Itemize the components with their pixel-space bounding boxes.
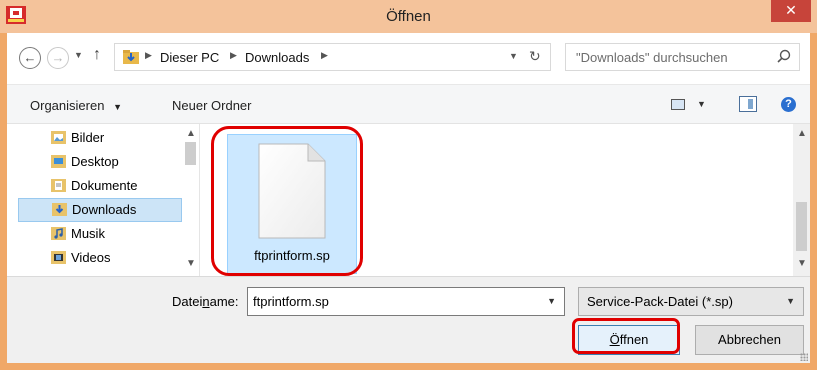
nav-item-desktop[interactable]: Desktop — [18, 150, 182, 174]
nav-item-label: Musik — [71, 226, 105, 241]
address-dropdown-chevron-icon[interactable]: ▼ — [509, 51, 518, 61]
pictures-folder-icon — [51, 131, 66, 144]
back-button[interactable]: ← — [19, 47, 41, 69]
search-icon[interactable] — [777, 49, 791, 63]
resize-grip-icon[interactable] — [800, 353, 808, 361]
nav-item-label: Dokumente — [71, 178, 138, 193]
nav-pane-scrollbar[interactable]: ▲ ▼ — [182, 124, 199, 276]
help-icon[interactable]: ? — [781, 97, 796, 112]
command-toolbar: Organisieren ▼ Neuer Ordner ▼ ? — [7, 84, 810, 124]
forward-button[interactable]: → — [47, 47, 69, 69]
downloads-folder-icon — [123, 50, 139, 64]
downloads-folder-icon — [52, 203, 67, 216]
breadcrumb-separator-icon: ▶ — [321, 50, 328, 60]
navigation-pane: Bilder Desktop Dokumente Downloads Musik… — [7, 124, 199, 276]
nav-item-label: Desktop — [71, 154, 119, 169]
title-bar[interactable]: Öffnen ✕ — [0, 0, 817, 33]
breadcrumb-item-downloads[interactable]: Downloads — [245, 50, 309, 65]
address-row: ← → ▼ ↑ ▶ Dieser PC ▶ Downloads ▶ ▼ ↻ "D… — [7, 33, 810, 84]
chevron-down-icon[interactable]: ▼ — [547, 296, 556, 306]
desktop-folder-icon — [51, 155, 66, 168]
filename-value: ftprintform.sp — [253, 294, 329, 309]
scroll-down-icon[interactable]: ▼ — [186, 258, 196, 269]
blank-document-icon — [258, 143, 326, 239]
nav-item-label: Videos — [71, 250, 111, 265]
organize-label: Organisieren — [30, 98, 105, 113]
open-button[interactable]: Öffnen — [578, 325, 680, 355]
nav-item-downloads[interactable]: Downloads — [18, 198, 182, 222]
new-folder-button[interactable]: Neuer Ordner — [172, 98, 251, 113]
chevron-down-icon: ▼ — [113, 102, 122, 112]
refresh-icon[interactable]: ↻ — [529, 48, 541, 65]
view-options-chevron-icon[interactable]: ▼ — [697, 99, 706, 109]
breadcrumb-separator-icon: ▶ — [230, 50, 237, 60]
documents-folder-icon — [51, 179, 66, 192]
scroll-up-icon[interactable]: ▲ — [797, 128, 807, 139]
file-pane-scrollbar[interactable]: ▲ ▼ — [793, 124, 810, 276]
breadcrumb-separator-icon: ▶ — [145, 50, 152, 60]
recent-locations-chevron-icon[interactable]: ▼ — [74, 50, 83, 60]
nav-item-label: Bilder — [71, 130, 105, 145]
scroll-down-icon[interactable]: ▼ — [797, 258, 807, 269]
change-view-icon[interactable] — [671, 99, 685, 110]
dialog-client-area: ← → ▼ ↑ ▶ Dieser PC ▶ Downloads ▶ ▼ ↻ "D… — [7, 33, 810, 363]
scroll-up-icon[interactable]: ▲ — [186, 128, 196, 139]
up-arrow-icon[interactable]: ↑ — [93, 46, 101, 64]
file-name-label: ftprintform.sp — [254, 248, 330, 263]
nav-item-videos[interactable]: Videos — [18, 246, 182, 270]
filename-label: Dateiname: — [172, 294, 239, 309]
nav-item-label: Downloads — [72, 202, 137, 217]
scrollbar-thumb[interactable] — [796, 202, 807, 251]
close-button[interactable]: ✕ — [771, 0, 811, 22]
preview-pane-icon[interactable] — [739, 96, 757, 112]
window-title: Öffnen — [386, 8, 431, 25]
nav-item-dokumente[interactable]: Dokumente — [18, 174, 182, 198]
breadcrumb[interactable]: ▶ Dieser PC ▶ Downloads ▶ ▼ ↻ — [114, 43, 551, 71]
search-placeholder: "Downloads" durchsuchen — [576, 50, 728, 65]
open-dialog-window: Öffnen ✕ ← → ▼ ↑ ▶ Dieser PC ▶ Downloads… — [0, 0, 817, 370]
nav-item-musik[interactable]: Musik — [18, 222, 182, 246]
file-type-value: Service-Pack-Datei (*.sp) — [587, 294, 733, 309]
file-list-pane: ftprintform.sp ▲ ▼ — [203, 124, 810, 276]
chevron-down-icon: ▼ — [786, 296, 795, 306]
cancel-button[interactable]: Abbrechen — [695, 325, 804, 355]
breadcrumb-item-this-pc[interactable]: Dieser PC — [160, 50, 219, 65]
file-type-select[interactable]: Service-Pack-Datei (*.sp) ▼ — [578, 287, 804, 316]
pane-divider[interactable] — [199, 124, 200, 276]
dialog-footer: Dateiname: ftprintform.sp ▼ Service-Pack… — [7, 276, 810, 363]
music-folder-icon — [51, 227, 66, 240]
nav-item-bilder[interactable]: Bilder — [18, 126, 182, 150]
videos-folder-icon — [51, 251, 66, 264]
organize-button[interactable]: Organisieren ▼ — [30, 98, 122, 113]
scrollbar-thumb[interactable] — [185, 142, 196, 165]
file-item[interactable]: ftprintform.sp — [227, 134, 357, 274]
filename-field[interactable]: ftprintform.sp ▼ — [247, 287, 565, 316]
search-input[interactable]: "Downloads" durchsuchen — [565, 43, 800, 71]
